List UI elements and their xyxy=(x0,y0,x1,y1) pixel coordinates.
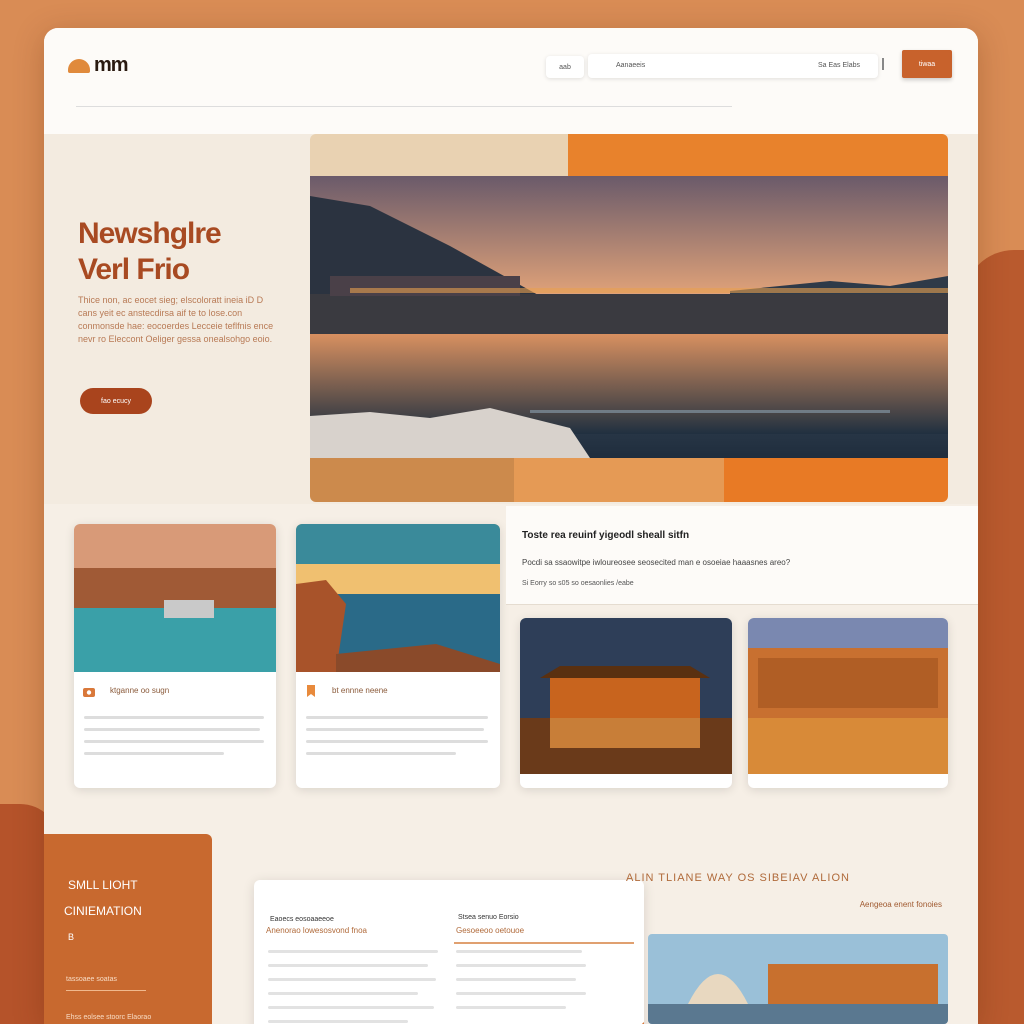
text-line xyxy=(84,728,260,731)
search-hint: Sa Eas Elabs xyxy=(817,62,860,69)
text-line xyxy=(456,964,586,967)
search-input[interactable]: Aanaeeis Sa Eas Elabs xyxy=(588,54,878,78)
text-line xyxy=(456,978,576,981)
hero-image-frame xyxy=(310,134,948,502)
text-line xyxy=(268,992,418,995)
feature-title: Toste rea reuinf yigeodl sheall sitfn xyxy=(522,530,690,541)
frame-block xyxy=(310,134,570,178)
article-card[interactable]: bt ennne neene xyxy=(296,524,500,788)
side-panel: SMLL LIOHT CINIEMATION B tassoaee soatas… xyxy=(44,834,212,1024)
text-line xyxy=(306,752,456,755)
text-line xyxy=(84,740,264,743)
feature-meta: Si Eorry so s05 so oesaonlies /eabe xyxy=(522,580,634,587)
photo-card[interactable] xyxy=(748,618,948,788)
article-column-heading: Eaoecs eosoaaeeoe xyxy=(270,916,334,923)
article-panel[interactable]: Eaoecs eosoaaeeoe Anenorao lowesosvond f… xyxy=(254,880,644,1024)
text-line xyxy=(456,992,586,995)
divider xyxy=(454,942,634,944)
card-title: bt ennne neene xyxy=(332,686,388,695)
text-line xyxy=(84,752,224,755)
search-label: Aanaeeis xyxy=(616,62,646,69)
promo-heading: ALIN TLIANE WAY OS SIBEIAV ALION xyxy=(626,872,850,884)
text-line xyxy=(268,950,438,953)
article-column-heading: Stsea senuo Eorsio xyxy=(458,914,519,921)
hero-title: Newshglre Verl Frio xyxy=(78,216,222,288)
promo-link[interactable]: Aengeoa enent fonoies xyxy=(860,900,942,909)
frame-block xyxy=(724,458,948,502)
text-line xyxy=(268,1006,434,1009)
divider xyxy=(506,604,978,605)
header-rule xyxy=(76,106,732,107)
camera-icon xyxy=(83,688,95,697)
city-waterfront-image xyxy=(648,934,948,1024)
article-column-title: Anenorao lowesosvond fnoa xyxy=(266,926,367,935)
harbor-image xyxy=(74,524,276,672)
side-label: B xyxy=(68,932,75,942)
feature-subtitle: Pocdi sa ssaowitpe iwloureosee seosecite… xyxy=(522,558,791,567)
article-column-title: Gesoeeoo oetouoe xyxy=(456,926,525,935)
hero-title-line-2: Verl Frio xyxy=(78,253,190,286)
frame-block xyxy=(514,458,726,502)
text-line xyxy=(456,950,582,953)
hero-lake-city-image xyxy=(310,176,948,458)
photo-card[interactable] xyxy=(520,618,732,788)
side-footer-text: Ehss eolsee stoorc Elaorao xyxy=(66,1014,152,1021)
logo-mark-icon xyxy=(68,58,90,73)
card-title: ktganne oo sugn xyxy=(110,686,170,695)
frame-block xyxy=(310,458,520,502)
text-line xyxy=(268,1020,408,1023)
hero-section: Newshglre Verl Frio Thice non, ac eocet … xyxy=(44,134,978,504)
palace-image xyxy=(748,618,948,774)
text-line xyxy=(268,964,428,967)
hero-description: Thice non, ac eocet sieg; elscoloratt in… xyxy=(78,295,274,344)
hero-title-line-1: Newshglre xyxy=(78,217,222,250)
header-cta-button[interactable]: tiwaa xyxy=(902,50,952,78)
text-line xyxy=(306,728,484,731)
coast-image xyxy=(296,524,500,672)
pagoda-image xyxy=(520,618,732,774)
side-subheading: CINIEMATION xyxy=(64,904,142,918)
header-divider xyxy=(882,58,884,70)
feature-panel: Toste rea reuinf yigeodl sheall sitfn Po… xyxy=(506,506,978,604)
text-line xyxy=(268,978,436,981)
side-heading: SMLL LIOHT xyxy=(68,878,138,892)
bookmark-icon xyxy=(307,685,315,697)
logo[interactable]: mm xyxy=(68,54,129,77)
nav-item[interactable]: aab xyxy=(546,56,584,78)
hero-button[interactable]: fao ecucy xyxy=(80,388,152,414)
text-line xyxy=(456,1006,566,1009)
text-line xyxy=(84,716,264,719)
logo-text: mm xyxy=(94,54,129,76)
web-page: mm aab Aanaeeis Sa Eas Elabs tiwaa Newsh… xyxy=(44,28,978,1024)
site-header: mm aab Aanaeeis Sa Eas Elabs tiwaa xyxy=(44,28,978,134)
divider xyxy=(66,990,146,991)
article-card[interactable]: ktganne oo sugn xyxy=(74,524,276,788)
side-caption: tassoaee soatas xyxy=(66,976,117,983)
text-line xyxy=(306,740,488,743)
frame-block xyxy=(568,134,948,178)
text-line xyxy=(306,716,488,719)
